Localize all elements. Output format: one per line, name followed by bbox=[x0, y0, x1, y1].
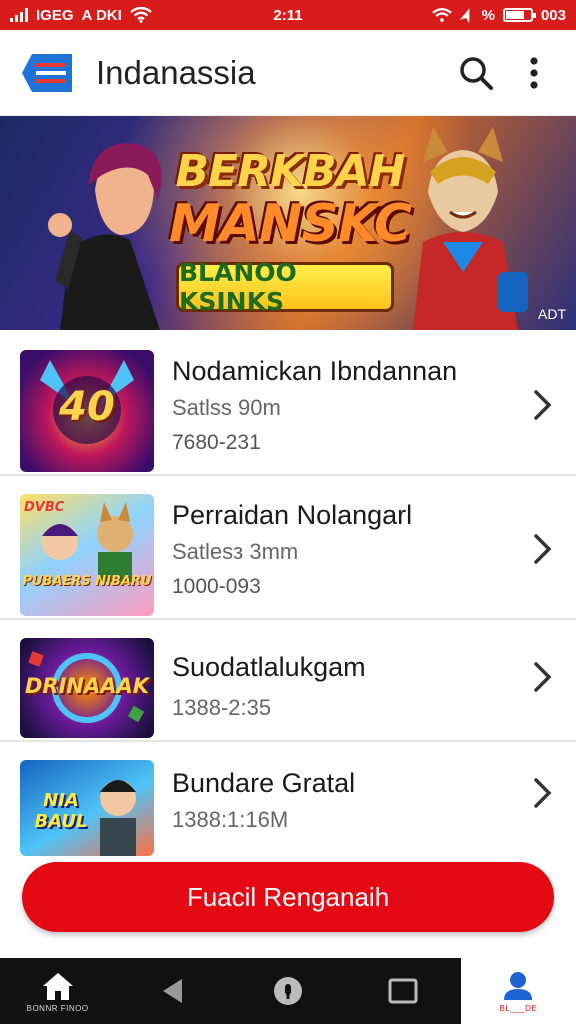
game-thumbnail: NIA BAUL bbox=[20, 760, 154, 856]
thumb-label: PUBAERS NIBARU bbox=[22, 574, 152, 589]
status-left: IGEG A DKI bbox=[10, 7, 152, 24]
profile-icon bbox=[504, 971, 533, 1000]
recents-square-icon bbox=[388, 978, 418, 1004]
thumb-badge: DVBC bbox=[24, 500, 65, 515]
app-bar: Indanassia bbox=[0, 30, 576, 116]
list-item[interactable]: DVBC PUBAERS NIBARU Perraidan Nolangarl … bbox=[0, 476, 576, 620]
banner-pill: BLANOO KSINKS bbox=[176, 258, 394, 316]
banner-title-line1: BERKBAH bbox=[175, 146, 406, 197]
chevron-right-icon bbox=[534, 662, 552, 692]
list-item[interactable]: DRINAAAK Suodatlalukgam 1388-2:35 bbox=[0, 620, 576, 742]
promo-banner[interactable]: BERKBAH MANSKC BLANOO KSINKS ADT bbox=[0, 116, 576, 330]
location-icon bbox=[459, 8, 470, 23]
list-logo-icon[interactable] bbox=[20, 50, 76, 96]
battery-text: % bbox=[481, 6, 495, 24]
wifi-icon-right bbox=[431, 7, 452, 22]
carrier-text: IGEG bbox=[36, 6, 74, 24]
nav-recents[interactable] bbox=[346, 958, 461, 1024]
game-thumbnail: DVBC PUBAERS NIBARU bbox=[20, 494, 154, 616]
game-name: Bundare Gratal bbox=[172, 768, 356, 798]
banner-badge: ADT bbox=[538, 306, 566, 322]
game-code: 1000-093 bbox=[172, 575, 261, 598]
list-item[interactable]: NIA BAUL Bundare Gratal 1388:1:16M bbox=[0, 742, 576, 856]
game-info: Nodamickan Ibndannan Satlss 90m 7680-231 bbox=[172, 350, 556, 455]
game-name: Suodatlalukgam bbox=[172, 652, 366, 682]
bottom-nav: BONNR FINOO BL___DE bbox=[0, 958, 576, 1024]
thumb-label: 40 bbox=[59, 384, 115, 430]
home-icon bbox=[42, 972, 73, 1000]
list-item[interactable]: 40 Nodamickan Ibndannan Satlss 90m 7680-… bbox=[0, 332, 576, 476]
battery-percent: 003 bbox=[540, 6, 566, 24]
banner-title-line2: MANSKC bbox=[168, 194, 412, 254]
nav-profile[interactable]: BL___DE bbox=[460, 958, 576, 1024]
game-subtitle: 1388:1:16M bbox=[172, 807, 289, 832]
game-name: Perraidan Nolangarl bbox=[172, 500, 413, 530]
game-subtitle: 1388-2:35 bbox=[172, 695, 272, 720]
search-button[interactable] bbox=[454, 51, 498, 95]
nav-profile-label: BL___DE bbox=[499, 1003, 538, 1013]
wifi-icon bbox=[130, 7, 152, 23]
search-icon bbox=[460, 56, 493, 90]
chevron-right-icon bbox=[534, 534, 552, 564]
more-vert-icon bbox=[530, 56, 538, 89]
nav-back[interactable] bbox=[115, 958, 230, 1024]
more-options-button[interactable] bbox=[512, 51, 556, 95]
nav-home[interactable]: BONNR FINOO bbox=[0, 958, 115, 1024]
game-code: 7680-231 bbox=[172, 431, 261, 454]
thumb-label: DRINAAAK bbox=[24, 674, 150, 698]
thumb-label: NIA BAUL bbox=[34, 790, 88, 832]
app-title: Indanassia bbox=[96, 53, 256, 91]
status-right: % 003 bbox=[431, 6, 566, 24]
game-list: 40 Nodamickan Ibndannan Satlss 90m 7680-… bbox=[0, 332, 576, 856]
network-text: A DKI bbox=[81, 6, 122, 24]
primary-cta-button[interactable]: Fuacil Renganaih bbox=[22, 862, 554, 932]
game-thumbnail: DRINAAAK bbox=[20, 638, 154, 738]
game-info: Bundare Gratal 1388:1:16M bbox=[172, 760, 556, 833]
game-subtitle: Satlesз 3mm bbox=[172, 539, 299, 564]
signal-icon bbox=[10, 8, 28, 22]
back-triangle-icon bbox=[162, 979, 182, 1003]
chevron-right-icon bbox=[534, 778, 552, 808]
nav-center[interactable] bbox=[230, 958, 345, 1024]
status-bar: IGEG A DKI 2:11 % 003 bbox=[0, 0, 576, 30]
battery-icon bbox=[502, 8, 536, 22]
chevron-right-icon bbox=[534, 390, 552, 420]
game-thumbnail: 40 bbox=[20, 350, 154, 472]
game-info: Perraidan Nolangarl Satlesз 3mm 1000-093 bbox=[172, 494, 556, 599]
game-info: Suodatlalukgam 1388-2:35 bbox=[172, 638, 556, 721]
game-subtitle: Satlss 90m bbox=[172, 395, 281, 420]
nav-home-label: BONNR FINOO bbox=[26, 1003, 89, 1013]
lock-circle-icon bbox=[274, 977, 302, 1005]
game-name: Nodamickan Ibndannan bbox=[172, 356, 458, 386]
